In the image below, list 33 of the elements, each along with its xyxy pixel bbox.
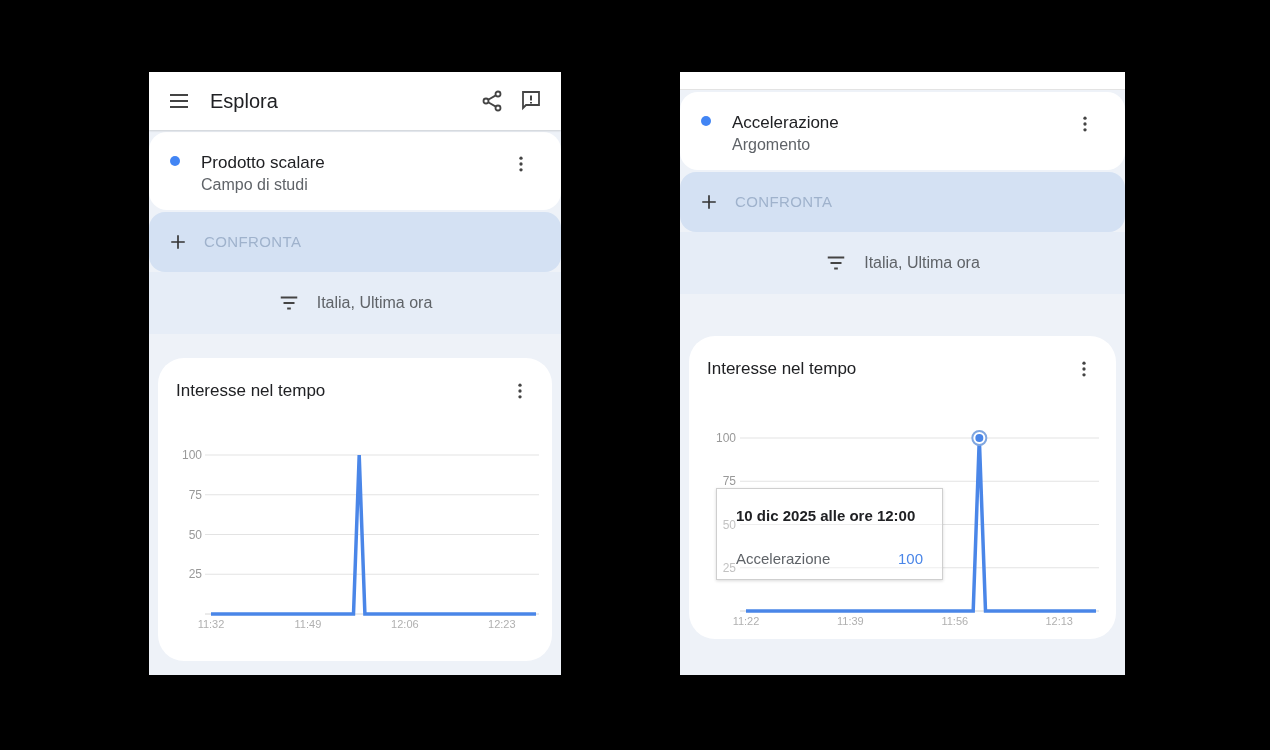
tooltip-value: 100 xyxy=(897,548,923,569)
axis-label: 25 xyxy=(188,566,202,581)
axis-label: 11:39 xyxy=(837,614,864,627)
axis-label: 11:49 xyxy=(294,617,322,630)
filter-button[interactable]: Italia, Ultima ora xyxy=(680,232,1125,294)
share-icon[interactable] xyxy=(480,89,504,113)
axis-label: 50 xyxy=(188,527,202,541)
axis-label: 11:22 xyxy=(732,614,760,627)
chart-title: Interesse nel tempo xyxy=(176,380,326,402)
axis-label: 11:56 xyxy=(941,614,969,627)
axis-label: 12:06 xyxy=(391,617,419,630)
topic-name: Prodotto scalare xyxy=(201,152,326,174)
axis-label: 50 xyxy=(722,517,736,531)
axis-label: 11:32 xyxy=(197,617,225,630)
topic-type: Argomento xyxy=(732,135,812,155)
tooltip-title: 10 dic 2025 alle ore 12:00 xyxy=(736,506,917,524)
topic-type: Campo di studi xyxy=(201,175,309,195)
axis-label: 100 xyxy=(715,430,736,445)
plus-icon[interactable] xyxy=(169,233,187,251)
axis-label: 25 xyxy=(722,560,736,575)
axis-label: 75 xyxy=(188,487,202,502)
filter-button[interactable]: Italia, Ultima ora xyxy=(149,272,561,334)
screen-title: Esplora xyxy=(210,89,278,114)
axis-label: 12:13 xyxy=(1045,614,1073,627)
axis-label: 100 xyxy=(181,447,202,462)
tooltip-series: Accelerazione xyxy=(736,548,831,567)
axis-label: 12:23 xyxy=(488,617,516,630)
plus-icon[interactable] xyxy=(700,193,718,211)
point-marker xyxy=(971,429,988,446)
topic-name: Accelerazione xyxy=(732,112,840,134)
feedback-icon[interactable] xyxy=(519,89,543,113)
axis-label: 75 xyxy=(722,473,736,488)
chart-title: Interesse nel tempo xyxy=(707,358,857,380)
